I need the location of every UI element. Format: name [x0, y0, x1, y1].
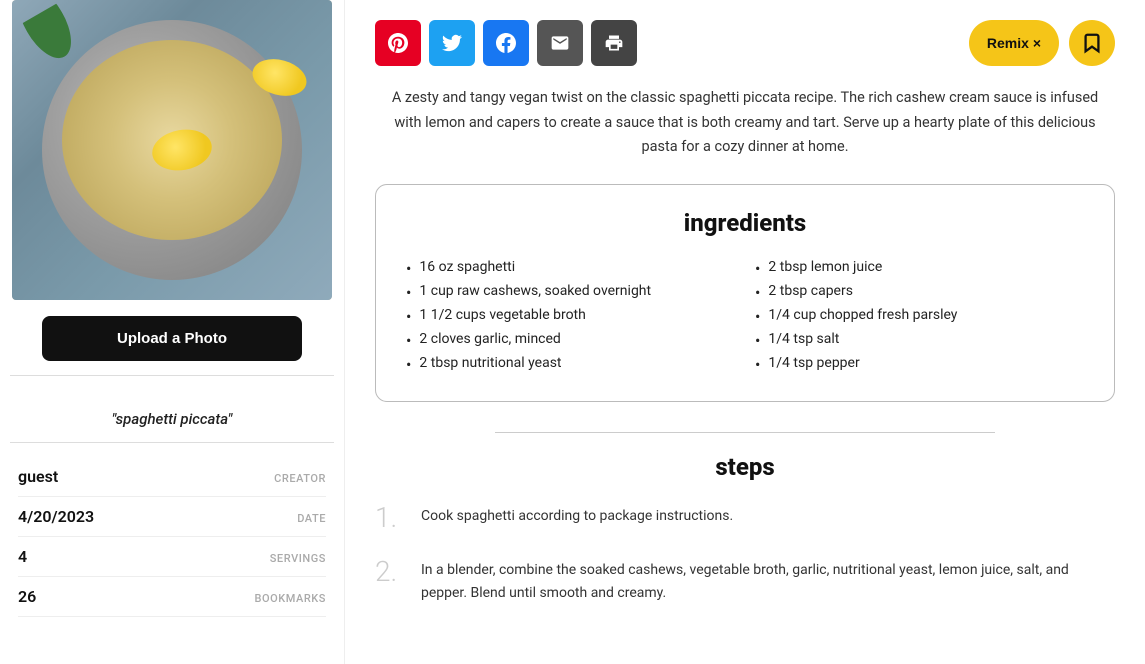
ingredient-item: 2 cloves garlic, minced [406, 329, 735, 353]
print-button[interactable] [591, 20, 637, 66]
step-item-1: 1. Cook spaghetti according to package i… [375, 501, 1115, 535]
bookmark-button[interactable] [1069, 20, 1115, 66]
share-icons [375, 20, 637, 66]
sidebar: Upload a Photo "spaghetti piccata" guest… [0, 0, 345, 664]
step-item-2: 2. In a blender, combine the soaked cash… [375, 555, 1115, 607]
email-button[interactable] [537, 20, 583, 66]
ingredients-grid: 16 oz spaghetti 1 cup raw cashews, soake… [406, 257, 1084, 377]
ingredient-item: 2 tbsp nutritional yeast [406, 353, 735, 377]
meta-table: guest CREATOR 4/20/2023 DATE 4 SERVINGS … [10, 457, 334, 617]
meta-value-creator: guest [18, 467, 58, 486]
main-content: Remix × A zesty and tangy vegan twist on… [345, 0, 1145, 664]
ingredient-item: 16 oz spaghetti [406, 257, 735, 281]
meta-label-date: DATE [297, 512, 326, 525]
step-number-2: 2. [375, 555, 405, 589]
meta-value-servings: 4 [18, 547, 27, 566]
ingredient-item: 1/4 tsp pepper [755, 353, 1084, 377]
ingredients-right-col: 2 tbsp lemon juice 2 tbsp capers 1/4 cup… [755, 257, 1084, 377]
twitter-button[interactable] [429, 20, 475, 66]
share-bar: Remix × [375, 20, 1115, 66]
facebook-button[interactable] [483, 20, 529, 66]
ingredients-left-col: 16 oz spaghetti 1 cup raw cashews, soake… [406, 257, 735, 377]
meta-value-date: 4/20/2023 [18, 507, 94, 526]
ingredients-box: ingredients 16 oz spaghetti 1 cup raw ca… [375, 184, 1115, 402]
meta-row-bookmarks: 26 BOOKMARKS [18, 577, 326, 617]
meta-row-date: 4/20/2023 DATE [18, 497, 326, 537]
meta-row-creator: guest CREATOR [18, 457, 326, 497]
upload-photo-button[interactable]: Upload a Photo [42, 316, 302, 361]
ingredient-item: 2 tbsp lemon juice [755, 257, 1084, 281]
ingredient-item: 1/4 tsp salt [755, 329, 1084, 353]
pinterest-button[interactable] [375, 20, 421, 66]
step-number-1: 1. [375, 501, 405, 535]
meta-label-creator: CREATOR [274, 472, 326, 485]
ingredients-heading: ingredients [406, 209, 1084, 237]
recipe-image [12, 0, 332, 300]
ingredient-item: 1 cup raw cashews, soaked overnight [406, 281, 735, 305]
meta-label-servings: SERVINGS [270, 552, 326, 565]
steps-section: steps 1. Cook spaghetti according to pac… [375, 453, 1115, 606]
meta-row-servings: 4 SERVINGS [18, 537, 326, 577]
action-buttons: Remix × [969, 20, 1115, 66]
steps-heading: steps [375, 453, 1115, 481]
divider-2 [10, 442, 334, 443]
ingredient-item: 1 1/2 cups vegetable broth [406, 305, 735, 329]
divider-1 [10, 375, 334, 376]
remix-button[interactable]: Remix × [969, 20, 1059, 66]
meta-value-bookmarks: 26 [18, 587, 36, 606]
recipe-description: A zesty and tangy vegan twist on the cla… [385, 86, 1105, 160]
ingredient-item: 1/4 cup chopped fresh parsley [755, 305, 1084, 329]
recipe-title: "spaghetti piccata" [112, 410, 233, 428]
ingredient-item: 2 tbsp capers [755, 281, 1084, 305]
step-text-2: In a blender, combine the soaked cashews… [421, 555, 1115, 607]
meta-label-bookmarks: BOOKMARKS [254, 592, 326, 605]
step-text-1: Cook spaghetti according to package inst… [421, 501, 733, 529]
section-divider [495, 432, 995, 433]
